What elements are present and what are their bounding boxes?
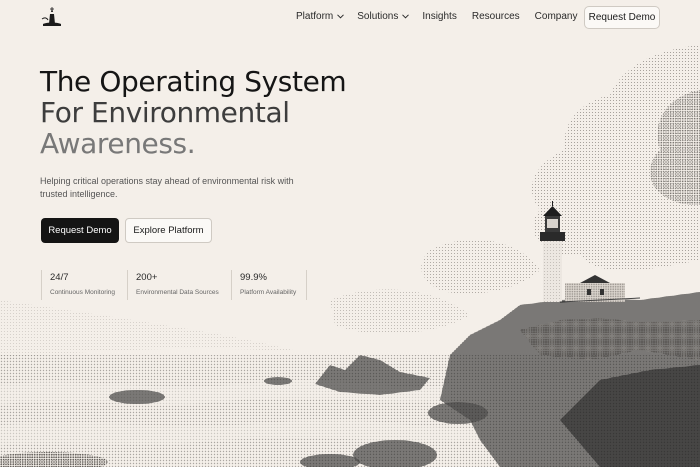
request-demo-button[interactable]: Request Demo [41,218,119,243]
nav-resources-label: Resources [471,11,520,22]
stat-label: Platform Availability [240,289,297,296]
stat-value: 24/7 [50,272,69,283]
stats-row: 24/7 Continuous Monitoring 200+ Environm… [41,270,307,300]
lighthouse-logo-icon[interactable] [40,6,64,30]
stat-label: Environmental Data Sources [136,289,219,296]
nav-insights-label: Insights [422,11,457,22]
stat-value: 99.9% [240,272,267,283]
nav-company[interactable]: Company [535,11,578,22]
chevron-down-icon [337,14,345,19]
stat-label: Continuous Monitoring [50,289,116,296]
chevron-down-icon [402,14,410,19]
nav-solutions-label: Solutions [357,11,399,22]
stat-item: 99.9% Platform Availability [231,270,307,300]
top-nav: Platform Solutions Insights Resources Co… [0,0,700,36]
hero-title-line-1: The Operating System [40,65,347,98]
hero-title-line-2: For Environmental [40,96,290,129]
nav-platform-label: Platform [296,11,334,22]
nav-company-label: Company [534,11,578,22]
nav-resources[interactable]: Resources [472,11,520,22]
nav-insights[interactable]: Insights [422,11,456,22]
hero-title-line-3: Awareness. [40,127,196,160]
stat-item: 24/7 Continuous Monitoring [41,270,127,300]
hero-title: The Operating System For Environmental A… [40,65,347,160]
nav-solutions[interactable]: Solutions [357,11,410,22]
explore-platform-button[interactable]: Explore Platform [125,218,212,243]
nav-platform[interactable]: Platform [296,11,345,22]
nav-links: Platform Solutions Insights Resources Co… [296,11,577,22]
nav-request-demo-button[interactable]: Request Demo [584,6,660,29]
hero-subtitle: Helping critical operations stay ahead o… [40,176,294,199]
stat-value: 200+ [136,272,158,283]
stat-item: 200+ Environmental Data Sources [127,270,231,300]
